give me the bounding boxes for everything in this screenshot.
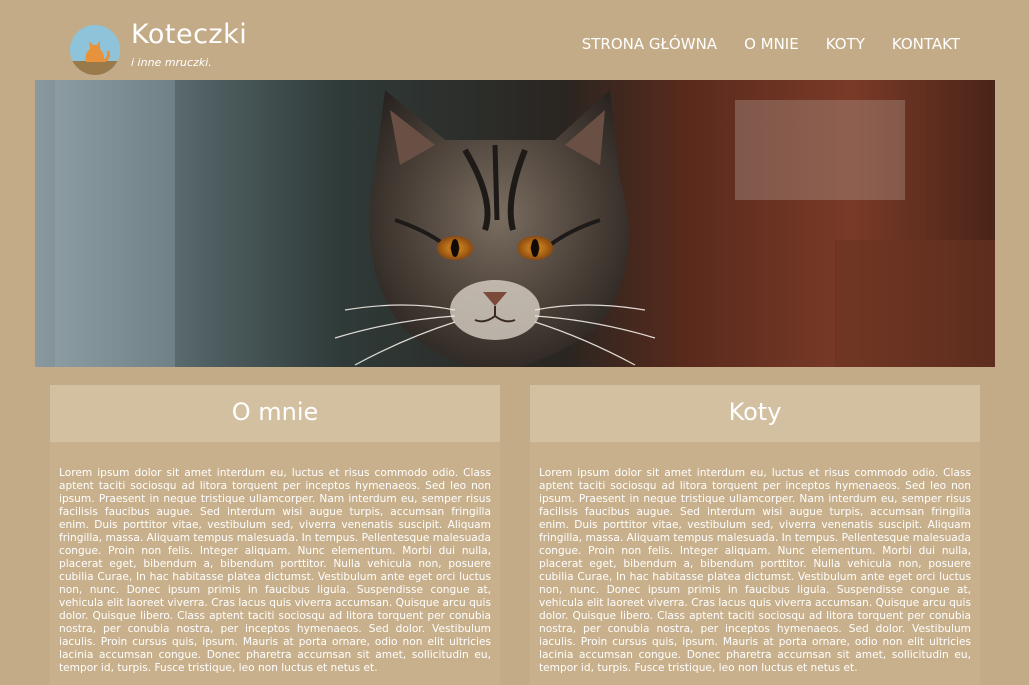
cat-logo-icon[interactable]	[70, 25, 120, 75]
nav-item-home[interactable]: STRONA GŁÓWNA	[582, 34, 717, 54]
site-header: Koteczki i inne mruczki. STRONA GŁÓWNA O…	[0, 0, 1029, 80]
cats-section: Koty Lorem ipsum dolor sit amet interdum…	[530, 385, 980, 685]
nav-item-cats[interactable]: KOTY	[826, 34, 865, 54]
cats-section-title: Koty	[530, 385, 980, 442]
site-tagline: i inne mruczki.	[131, 56, 212, 69]
main-nav: STRONA GŁÓWNA O MNIE KOTY KONTAKT	[582, 34, 960, 54]
about-section-text: Lorem ipsum dolor sit amet interdum eu, …	[59, 467, 491, 674]
cats-section-text: Lorem ipsum dolor sit amet interdum eu, …	[539, 467, 971, 674]
site-title[interactable]: Koteczki	[131, 17, 247, 53]
about-section-title: O mnie	[50, 385, 500, 442]
about-section: O mnie Lorem ipsum dolor sit amet interd…	[50, 385, 500, 685]
nav-item-about[interactable]: O MNIE	[744, 34, 799, 54]
hero-image	[35, 80, 995, 367]
nav-item-contact[interactable]: KONTAKT	[892, 34, 960, 54]
tabby-cat-photo-icon	[35, 80, 995, 367]
